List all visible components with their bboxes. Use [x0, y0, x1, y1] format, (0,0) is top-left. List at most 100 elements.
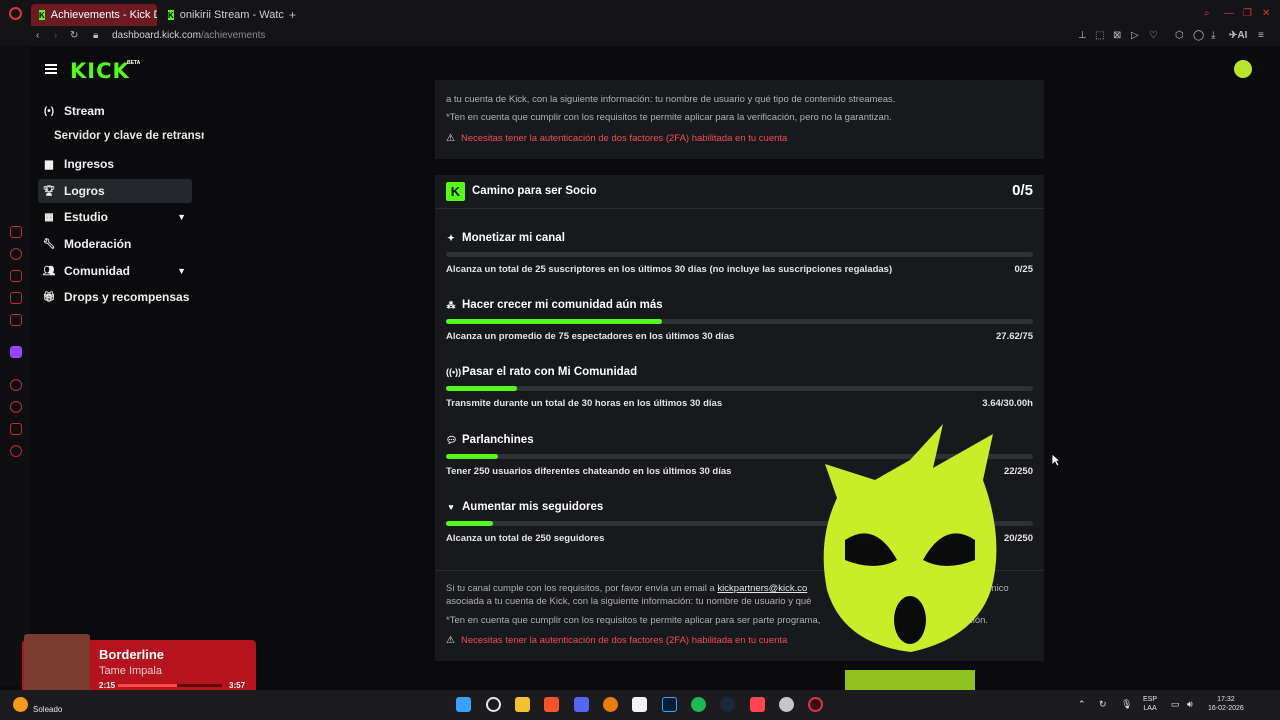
- wrench-icon: 🔧︎: [42, 238, 56, 250]
- volume-icon[interactable]: 🔊︎: [1187, 700, 1193, 709]
- settings-icon[interactable]: [10, 445, 22, 457]
- heart-icon[interactable]: ♡: [1149, 30, 1158, 41]
- player-icon[interactable]: [10, 292, 22, 304]
- broadcast-icon: ((•)): [446, 367, 462, 377]
- profile-icon[interactable]: ◯: [1193, 30, 1204, 41]
- weather-label: Soleado: [33, 705, 63, 714]
- twitch-icon[interactable]: [10, 346, 22, 358]
- trophy-icon: 🏆︎: [42, 185, 56, 197]
- opera-gx-icon[interactable]: [808, 697, 823, 712]
- windows-taskbar: Soleado ⌃ ↻ 🎙︎ ESP LAA ▭ 🔊︎ 17:32 16-02-20…: [0, 690, 1280, 720]
- tray-chevron-icon[interactable]: ⌃: [1078, 700, 1086, 709]
- download-icon[interactable]: ⤓: [1211, 30, 1215, 41]
- verification-note: *Ten en cuenta que cumplir con los requi…: [446, 112, 892, 123]
- weather-icon[interactable]: [13, 697, 28, 712]
- tab-label: onikirii Stream - Watch Liv: [179, 9, 284, 21]
- goal-value: 22/250: [1003, 466, 1033, 477]
- brave-icon[interactable]: [544, 697, 559, 712]
- play-icon[interactable]: ▷: [1131, 30, 1139, 41]
- extensions-side-icon[interactable]: [10, 423, 22, 435]
- partner-card-header: K Camino para ser Socio 0/5: [435, 175, 1044, 209]
- streamer-mascot: [823, 424, 997, 720]
- user-avatar[interactable]: [1234, 60, 1252, 78]
- nav-item-drops[interactable]: 🎁︎ Drops y recompensas: [38, 285, 192, 309]
- lock-icon: 🔒︎: [93, 30, 99, 41]
- tab-stream[interactable]: K onikirii Stream - Watch Liv: [160, 4, 284, 26]
- nav-subitem-stream-key[interactable]: Servidor y clave de retransmisión: [54, 130, 204, 142]
- sync-icon[interactable]: ↻: [1099, 700, 1107, 709]
- new-tab-button[interactable]: +: [289, 8, 296, 22]
- kick-logo[interactable]: KICK: [70, 59, 130, 83]
- gift-icon: 🎁︎: [42, 291, 56, 303]
- opera-sidebar: [0, 46, 30, 686]
- network-icon[interactable]: ▭: [1171, 700, 1180, 709]
- gx-corner-icon[interactable]: [10, 226, 22, 238]
- spotify-icon[interactable]: [691, 697, 706, 712]
- pin-icon[interactable]: ⊥: [1078, 30, 1087, 41]
- progress-fill: [446, 319, 663, 324]
- hamburger-menu-icon[interactable]: [45, 64, 57, 74]
- wallet-icon[interactable]: [10, 270, 22, 282]
- steam-icon[interactable]: [720, 697, 735, 712]
- goal-value: 27.62/75: [996, 331, 1033, 342]
- 2fa-warning: ⚠ Necesitas tener la autenticación de do…: [446, 133, 788, 144]
- partner-email-link[interactable]: kickpartners@kick.co: [717, 583, 807, 594]
- people-icon: 👥︎: [42, 265, 56, 277]
- language-indicator[interactable]: ESP LAA: [1143, 695, 1157, 713]
- progress-fill: [446, 521, 493, 526]
- partner-footer-text: Si tu canal cumple con los requisitos, p…: [446, 583, 808, 594]
- album-cover: [24, 634, 90, 694]
- file-explorer-icon[interactable]: [515, 697, 530, 712]
- heart-icon: ♥: [448, 502, 454, 512]
- maximize-icon[interactable]: ❐: [1243, 8, 1252, 19]
- progress-bar: [446, 252, 1033, 257]
- forward-icon[interactable]: ›: [54, 30, 57, 41]
- history-icon[interactable]: [10, 248, 22, 260]
- nav-item-ingresos[interactable]: ▆ Ingresos: [38, 152, 192, 176]
- tab-achievements[interactable]: K Achievements - Kick Dash: [31, 4, 157, 26]
- close-icon[interactable]: ✕: [1262, 8, 1270, 19]
- ai-icon[interactable]: ✈AI: [1229, 30, 1247, 41]
- search-icon[interactable]: ⌕: [1204, 8, 1210, 19]
- progress-bar: [446, 386, 1033, 391]
- back-icon[interactable]: ‹: [36, 30, 39, 41]
- partner-footer-note: *Ten en cuenta que cumplir con los requi…: [446, 615, 821, 626]
- url-field[interactable]: dashboard.kick.com/achievements: [112, 30, 265, 41]
- notion-icon[interactable]: [632, 697, 647, 712]
- minimize-icon[interactable]: —: [1224, 8, 1234, 19]
- nav-item-stream[interactable]: (•) Stream: [38, 99, 192, 123]
- opera-logo-icon[interactable]: [9, 7, 22, 20]
- snapshot-icon[interactable]: ⬚: [1095, 30, 1104, 41]
- menu-icon[interactable]: ≡: [1258, 30, 1264, 41]
- partner-card-count: 0/5: [1012, 182, 1033, 199]
- extensions-icon[interactable]: ⬡: [1175, 30, 1184, 41]
- blender-icon[interactable]: [603, 697, 618, 712]
- start-icon[interactable]: [456, 697, 471, 712]
- nav-item-moderacion[interactable]: 🔧︎ Moderación: [38, 232, 192, 256]
- valorant-icon[interactable]: [750, 697, 765, 712]
- progress-fill: [446, 454, 498, 459]
- song-duration: 3:57: [229, 681, 246, 690]
- clock[interactable]: 17:32 16-02-2026: [1208, 695, 1244, 713]
- messenger-icon[interactable]: [10, 314, 22, 326]
- nav-item-comunidad[interactable]: 👥︎ Comunidad ▼: [38, 259, 192, 283]
- goal-value: 3.64/30.00h: [982, 398, 1033, 409]
- block-icon[interactable]: ⊠: [1113, 30, 1121, 41]
- reload-icon[interactable]: ↻: [70, 30, 78, 41]
- nav-item-logros[interactable]: 🏆︎ Logros: [38, 179, 192, 203]
- elapsed-time: 2:15: [99, 681, 116, 690]
- chevron-down-icon: ▼: [177, 212, 186, 222]
- video-icon[interactable]: [10, 379, 22, 391]
- clock-icon[interactable]: [10, 401, 22, 413]
- goal-value: 0/25: [1014, 264, 1034, 275]
- app-icon[interactable]: [779, 697, 794, 712]
- group-icon: ⁂: [446, 299, 456, 310]
- nav-item-estudio[interactable]: ▦ Estudio ▼: [38, 205, 192, 229]
- mic-icon[interactable]: 🎙︎: [1121, 700, 1132, 709]
- search-icon[interactable]: [486, 697, 501, 712]
- photoshop-icon[interactable]: [662, 697, 677, 712]
- song-artist: Tame Impala: [99, 665, 162, 677]
- chart-icon: ▆: [45, 158, 53, 170]
- discord-icon[interactable]: [574, 697, 589, 712]
- chat-icon: 💬︎: [446, 434, 458, 445]
